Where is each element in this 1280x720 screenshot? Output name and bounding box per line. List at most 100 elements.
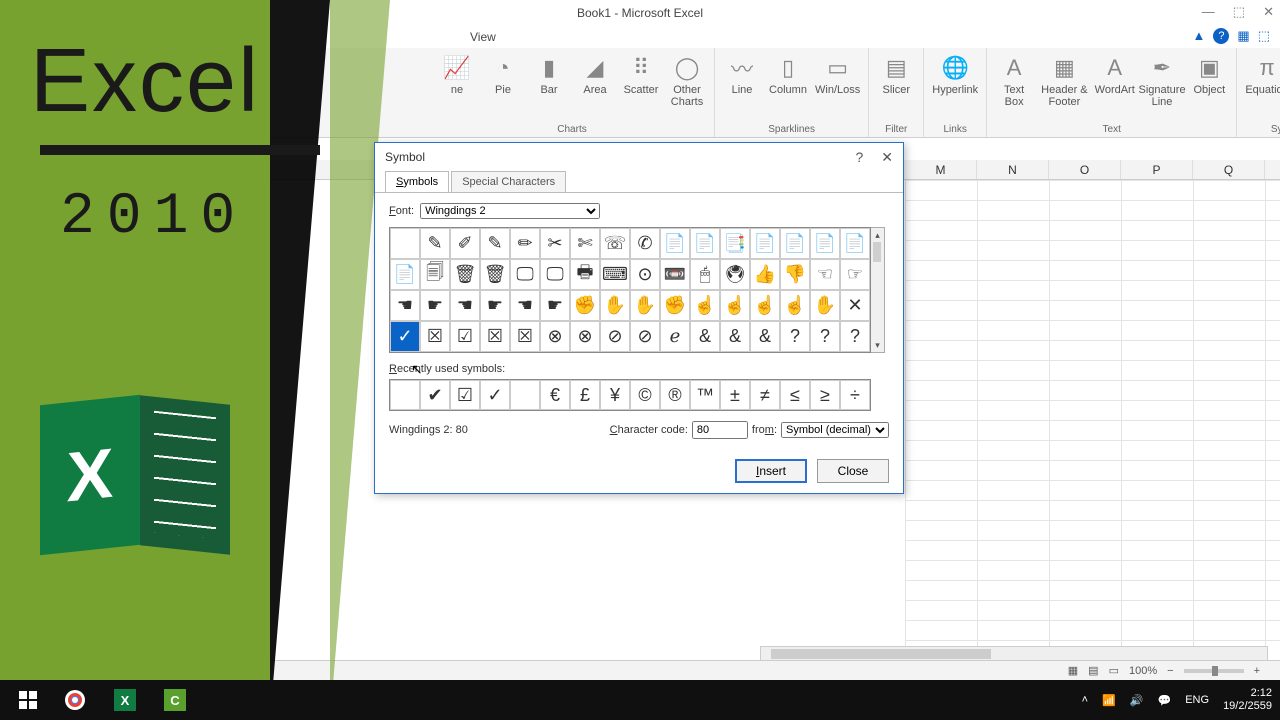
symbol-cell[interactable]: ☝ xyxy=(720,290,750,321)
symbol-cell[interactable]: ⊗ xyxy=(570,321,600,352)
tray-clock[interactable]: 2:12 19/2/2559 xyxy=(1223,687,1272,713)
ribbon-bar[interactable]: ▮Bar xyxy=(530,52,568,108)
symbol-scrollbar[interactable]: ▴ ▾ xyxy=(871,227,885,353)
symbol-cell[interactable]: & xyxy=(720,321,750,352)
ribbon-text-box[interactable]: AText Box xyxy=(995,52,1033,108)
symbol-cell[interactable]: ✋ xyxy=(810,290,840,321)
column-header-N[interactable]: N xyxy=(977,160,1049,179)
symbol-cell[interactable]: & xyxy=(690,321,720,352)
symbol-cell[interactable]: 📄 xyxy=(750,228,780,259)
symbol-cell[interactable]: 📄 xyxy=(390,259,420,290)
tray-language[interactable]: ENG xyxy=(1185,694,1209,706)
symbol-cell[interactable]: 📄 xyxy=(840,228,870,259)
dialog-titlebar[interactable]: Symbol ? ✕ xyxy=(375,143,903,171)
symbol-cell[interactable]: 🖵 xyxy=(540,259,570,290)
ribbon-line[interactable]: 〰Line xyxy=(723,52,761,96)
symbol-cell[interactable]: ⊙ xyxy=(630,259,660,290)
symbol-cell[interactable]: ☚ xyxy=(390,290,420,321)
column-header-M[interactable]: M xyxy=(905,160,977,179)
symbol-cell[interactable]: ✄ xyxy=(570,228,600,259)
symbol-cell[interactable]: ✆ xyxy=(630,228,660,259)
symbol-cell[interactable]: 🗑 xyxy=(480,259,510,290)
ribbon-pie[interactable]: ◔Pie xyxy=(484,52,522,108)
symbol-cell[interactable] xyxy=(390,228,420,259)
symbol-cell[interactable]: ☜ xyxy=(810,259,840,290)
recent-symbol-cell[interactable]: £ xyxy=(570,380,600,410)
symbol-cell[interactable]: ☛ xyxy=(480,290,510,321)
symbol-cell[interactable]: ℯ xyxy=(660,321,690,352)
symbol-cell[interactable]: ⊘ xyxy=(630,321,660,352)
from-select[interactable]: Symbol (decimal) xyxy=(781,422,889,438)
symbol-cell[interactable]: 📄 xyxy=(780,228,810,259)
ribbon-other-charts[interactable]: ◯Other Charts xyxy=(668,52,706,108)
insert-button[interactable]: Insert xyxy=(735,459,807,483)
taskbar-excel-icon[interactable]: X xyxy=(102,680,148,720)
symbol-cell[interactable]: 📄 xyxy=(660,228,690,259)
column-header-O[interactable]: O xyxy=(1049,160,1121,179)
scroll-down-icon[interactable]: ▾ xyxy=(871,338,884,352)
ribbon-slicer[interactable]: ▤Slicer xyxy=(877,52,915,96)
symbol-cell[interactable]: ☛ xyxy=(420,290,450,321)
taskbar-camtasia-icon[interactable]: C xyxy=(152,680,198,720)
recent-symbol-cell[interactable]: ÷ xyxy=(840,380,870,410)
symbol-cell[interactable]: ✎ xyxy=(420,228,450,259)
tray-up-icon[interactable]: ˄ xyxy=(1082,694,1088,706)
zoom-level[interactable]: 100% xyxy=(1129,665,1157,677)
close-button[interactable]: Close xyxy=(817,459,889,483)
scroll-up-icon[interactable]: ▴ xyxy=(871,228,884,242)
display-options-icon[interactable]: ▦ xyxy=(1237,28,1249,44)
ribbon-tab-view[interactable]: View xyxy=(470,30,496,44)
symbol-cell[interactable]: ⊗ xyxy=(540,321,570,352)
view-break-icon[interactable]: ▭ xyxy=(1109,664,1119,677)
recent-symbol-cell[interactable]: ≤ xyxy=(780,380,810,410)
symbol-cell[interactable]: ☚ xyxy=(510,290,540,321)
recent-symbol-cell[interactable]: € xyxy=(540,380,570,410)
minimize-button[interactable]: — xyxy=(1202,4,1215,20)
recent-symbol-cell[interactable]: ☑ xyxy=(450,380,480,410)
symbol-cell[interactable]: ✋ xyxy=(630,290,660,321)
character-code-input[interactable] xyxy=(692,421,748,439)
symbol-cell[interactable]: 👎 xyxy=(780,259,810,290)
ribbon-equation[interactable]: πEquation xyxy=(1245,52,1280,96)
fullscreen-icon[interactable]: ⬚ xyxy=(1258,28,1270,44)
symbol-cell[interactable]: ☞ xyxy=(840,259,870,290)
zoom-out-button[interactable]: − xyxy=(1167,665,1173,677)
recent-symbol-cell[interactable] xyxy=(390,380,420,410)
help-icon[interactable]: ? xyxy=(1213,28,1229,44)
symbol-cell[interactable]: ☒ xyxy=(510,321,540,352)
symbol-cell[interactable]: ✂ xyxy=(540,228,570,259)
ribbon-area[interactable]: ◢Area xyxy=(576,52,614,108)
recent-symbol-cell[interactable]: ≠ xyxy=(750,380,780,410)
recent-symbol-cell[interactable]: ± xyxy=(720,380,750,410)
symbol-cell[interactable]: 📄 xyxy=(810,228,840,259)
zoom-in-button[interactable]: + xyxy=(1254,665,1260,677)
symbol-cell[interactable]: ⌨ xyxy=(600,259,630,290)
symbol-cell[interactable]: ✐ xyxy=(450,228,480,259)
recent-symbol-cell[interactable]: ¥ xyxy=(600,380,630,410)
recent-symbol-cell[interactable]: ✓ xyxy=(480,380,510,410)
tab-symbols[interactable]: Symbols xyxy=(385,171,449,192)
recent-symbol-cell[interactable]: © xyxy=(630,380,660,410)
symbol-cell[interactable]: 🗐 xyxy=(420,259,450,290)
symbol-cell[interactable]: ☚ xyxy=(450,290,480,321)
symbol-cell[interactable]: ? xyxy=(840,321,870,352)
symbol-cell[interactable]: ✕ xyxy=(840,290,870,321)
symbol-cell[interactable]: ? xyxy=(780,321,810,352)
recent-symbol-cell[interactable]: ® xyxy=(660,380,690,410)
symbol-cell[interactable]: ? xyxy=(810,321,840,352)
zoom-slider[interactable] xyxy=(1184,669,1244,673)
dialog-help-button[interactable]: ? xyxy=(855,149,863,166)
symbol-cell[interactable]: ⊘ xyxy=(600,321,630,352)
symbol-cell[interactable]: ☏ xyxy=(600,228,630,259)
maximize-button[interactable]: ⬚ xyxy=(1233,4,1245,20)
close-window-button[interactable]: ✕ xyxy=(1263,4,1274,20)
ribbon-header-footer[interactable]: ▦Header & Footer xyxy=(1041,52,1088,108)
recent-symbol-cell[interactable] xyxy=(510,380,540,410)
symbol-cell[interactable]: ☒ xyxy=(420,321,450,352)
dialog-close-button[interactable]: ✕ xyxy=(881,149,893,166)
symbol-cell[interactable]: 🖲 xyxy=(720,259,750,290)
ribbon-ne[interactable]: 📈ne xyxy=(438,52,476,108)
symbol-cell[interactable]: 📄 xyxy=(690,228,720,259)
tray-network-icon[interactable]: 📶 xyxy=(1102,694,1116,707)
ribbon-wordart[interactable]: AWordArt xyxy=(1096,52,1134,108)
